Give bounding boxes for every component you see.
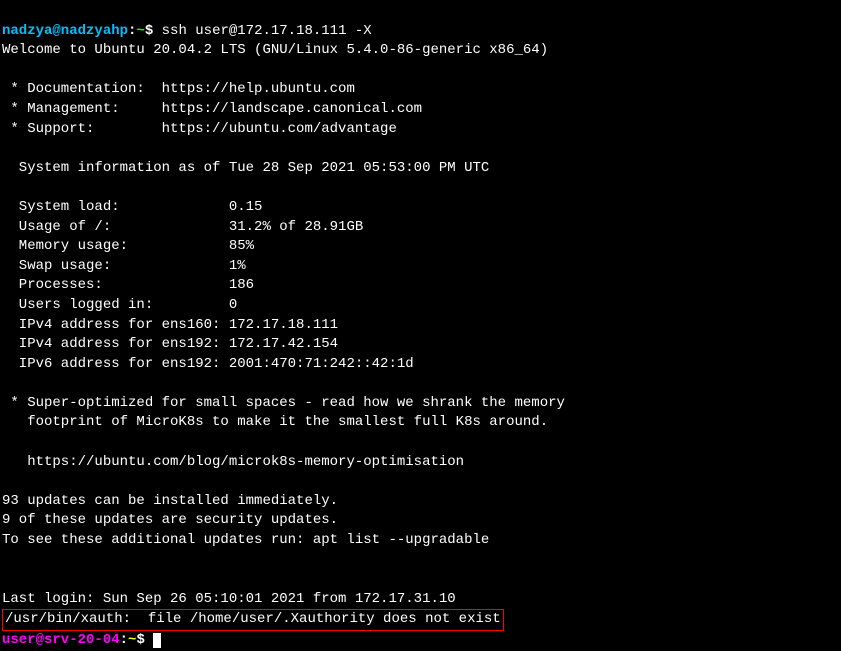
last-login-line: Last login: Sun Sep 26 05:10:01 2021 fro…: [2, 591, 456, 607]
sysinfo-header: System information as of Tue 28 Sep 2021…: [2, 160, 489, 176]
welcome-line: Welcome to Ubuntu 20.04.2 LTS (GNU/Linux…: [2, 42, 548, 58]
xauth-error-line: /usr/bin/xauth: file /home/user/.Xauthor…: [2, 609, 504, 631]
prompt-line-1: nadzya@nadzyahp:~$ ssh user@172.17.18.11…: [2, 23, 372, 39]
prompt-user-remote: user@srv-20-04: [2, 632, 120, 648]
terminal-output[interactable]: nadzya@nadzyahp:~$ ssh user@172.17.18.11…: [2, 2, 839, 651]
microk8s-line1: * Super-optimized for small spaces - rea…: [2, 395, 565, 411]
microk8s-url: https://ubuntu.com/blog/microk8s-memory-…: [2, 454, 464, 470]
prompt-dollar: $: [145, 23, 162, 39]
processes-line: Processes: 186: [2, 277, 254, 293]
support-link-line: * Support: https://ubuntu.com/advantage: [2, 121, 397, 137]
doc-link-line: * Documentation: https://help.ubuntu.com: [2, 81, 355, 97]
system-load-line: System load: 0.15: [2, 199, 262, 215]
prompt-separator-remote: :: [120, 632, 128, 648]
updates-line1: 93 updates can be installed immediately.: [2, 493, 338, 509]
prompt-line-2: user@srv-20-04:~$: [2, 632, 161, 648]
disk-usage-line: Usage of /: 31.2% of 28.91GB: [2, 219, 363, 235]
microk8s-line2: footprint of MicroK8s to make it the sma…: [2, 414, 548, 430]
ipv6-ens192-line: IPv6 address for ens192: 2001:470:71:242…: [2, 356, 414, 372]
updates-line3: To see these additional updates run: apt…: [2, 532, 489, 548]
ipv4-ens192-line: IPv4 address for ens192: 172.17.42.154: [2, 336, 338, 352]
prompt-user: nadzya@nadzyahp: [2, 23, 128, 39]
prompt-dollar-remote: $: [136, 632, 153, 648]
mgmt-link-line: * Management: https://landscape.canonica…: [2, 101, 422, 117]
swap-usage-line: Swap usage: 1%: [2, 258, 246, 274]
ipv4-ens160-line: IPv4 address for ens160: 172.17.18.111: [2, 317, 338, 333]
updates-line2: 9 of these updates are security updates.: [2, 512, 338, 528]
memory-usage-line: Memory usage: 85%: [2, 238, 254, 254]
command-text: ssh user@172.17.18.111 -X: [162, 23, 372, 39]
users-line: Users logged in: 0: [2, 297, 237, 313]
prompt-path: ~: [136, 23, 144, 39]
